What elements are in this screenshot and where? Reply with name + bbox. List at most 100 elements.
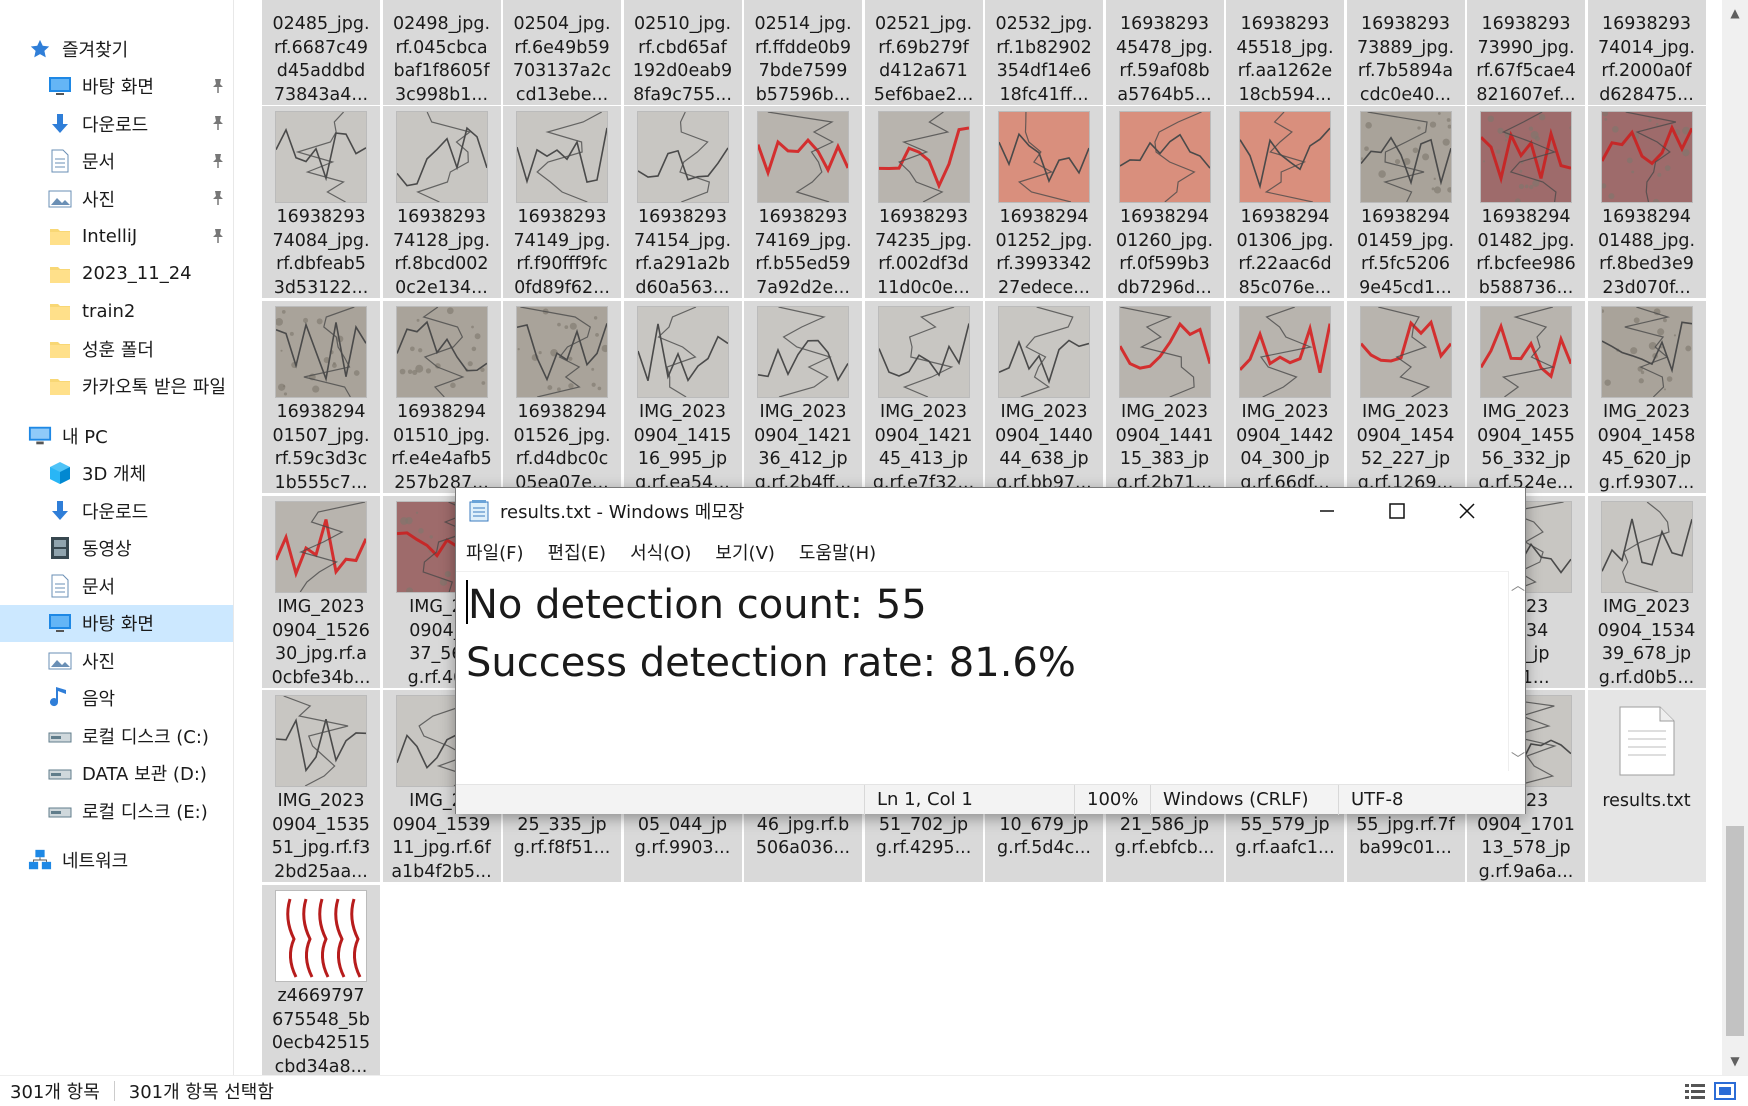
close-button[interactable] bbox=[1432, 488, 1502, 533]
file-item[interactable]: 16938294 01510_jpg. rf.e4e4afb5 257b287... bbox=[382, 301, 501, 493]
maximize-icon bbox=[1389, 502, 1405, 519]
nav-item-11[interactable]: 3D 개체 bbox=[0, 455, 233, 493]
file-name-line: 0904_1442 bbox=[1236, 425, 1334, 446]
vertical-scrollbar[interactable]: ▲ ▼ bbox=[1722, 0, 1748, 1075]
file-name-line: rf.5fc5206 bbox=[1360, 254, 1451, 274]
file-item[interactable]: 16938293 74154_jpg. rf.a291a2b d60a563... bbox=[623, 106, 742, 298]
file-item[interactable]: 16938293 45518_jpg. rf.aa1262e 18cb594... bbox=[1226, 0, 1344, 105]
nav-item-17[interactable]: 음악 bbox=[0, 680, 233, 718]
nav-item-21[interactable]: 네트워크 bbox=[0, 842, 233, 880]
scroll-down-chevron-icon[interactable]: ﹀ bbox=[1511, 749, 1525, 769]
file-item[interactable]: 16938293 74128_jpg. rf.8bcd002 0c2e134... bbox=[382, 106, 501, 298]
file-item[interactable]: IMG_2023 0904_1454 52_227_jp g.rf.1269... bbox=[1346, 301, 1465, 493]
file-item[interactable]: IMG_2023 0904_1535 51_jpg.rf.f3 2bd25aa... bbox=[262, 690, 380, 882]
file-item[interactable]: 16938293 74235_jpg. rf.002df3d 11d0c0e... bbox=[864, 106, 983, 298]
image-thumbnail bbox=[516, 306, 608, 398]
image-thumbnail bbox=[1600, 501, 1693, 593]
nav-item-15[interactable]: 바탕 화면 bbox=[0, 604, 233, 642]
file-item[interactable]: 16938293 74149_jpg. rf.f90fff9fc 0fd89f62..… bbox=[503, 106, 621, 298]
file-item[interactable]: 16938293 73990_jpg. rf.67f5cae4 821607ef... bbox=[1467, 0, 1585, 105]
nav-item-18[interactable]: 로컬 디스크 (C:) bbox=[0, 717, 233, 755]
nav-item-10[interactable]: 내 PC bbox=[0, 417, 233, 455]
file-name-line: 0904_1535 bbox=[272, 814, 370, 835]
file-item[interactable]: IMG_2023 0904_1421 45_413_jp g.rf.e7f32... bbox=[864, 301, 983, 493]
file-item[interactable]: IMG_2023 0904_1442 04_300_jp g.rf.66df... bbox=[1226, 301, 1344, 493]
nav-item-1[interactable]: 바탕 화면 bbox=[0, 68, 233, 106]
file-name-line: 01260_jpg. bbox=[1115, 230, 1214, 251]
nav-item-2[interactable]: 다운로드 bbox=[0, 105, 233, 143]
file-item[interactable]: IMG_2023 0904_1441 15_383_jp g.rf.2b71... bbox=[1105, 301, 1224, 493]
music-icon bbox=[48, 686, 72, 710]
nav-item-14[interactable]: 문서 bbox=[0, 567, 233, 605]
menu-edit[interactable]: 편집(E) bbox=[548, 539, 607, 565]
file-name-line: 16938294 bbox=[1360, 207, 1451, 227]
file-name: 16938293 73889_jpg. rf.7b5894a cdc0e40... bbox=[1347, 13, 1465, 107]
file-name-line: 0904_1454 bbox=[1356, 425, 1455, 446]
file-name-line: 7bde7599 bbox=[758, 61, 848, 81]
scroll-down-arrow-icon[interactable]: ▼ bbox=[1728, 1054, 1742, 1068]
file-item[interactable]: 16938294 01488_jpg. rf.8bed3e9 23d070f... bbox=[1587, 106, 1706, 298]
file-item[interactable]: 16938294 01252_jpg. rf.3993342 27edece... bbox=[985, 106, 1103, 298]
nav-item-19[interactable]: DATA 보관 (D:) bbox=[0, 755, 233, 793]
file-name-line: g.rf.4295... bbox=[875, 838, 972, 858]
file-item[interactable]: 02498_jpg. rf.045cbca baf1f8605f 3c998b1... bbox=[382, 0, 501, 105]
menu-view[interactable]: 보기(V) bbox=[715, 539, 774, 565]
file-item[interactable]: 02514_jpg. rf.ffdde0b9 7bde7599 b57596b... bbox=[744, 0, 862, 105]
nav-item-5[interactable]: IntelliJ bbox=[0, 218, 233, 256]
file-item[interactable]: 02504_jpg. rf.6e49b59 703137a2c cd13ebe... bbox=[503, 0, 621, 105]
menu-help[interactable]: 도움말(H) bbox=[799, 539, 876, 565]
file-item[interactable]: IMG_2023 0904_1440 44_638_jp g.rf.bb97... bbox=[985, 301, 1103, 493]
notepad-scrollbar[interactable]: ︿ ﹀ bbox=[1508, 571, 1525, 771]
file-item[interactable]: 16938294 01482_jpg. rf.bcfee986 b588736... bbox=[1467, 106, 1585, 298]
scroll-up-arrow-icon[interactable]: ▲ bbox=[1728, 6, 1742, 20]
nav-item-13[interactable]: 동영상 bbox=[0, 530, 233, 568]
menu-file[interactable]: 파일(F) bbox=[466, 539, 524, 565]
file-item[interactable]: IMG_2023 0904_1455 56_332_jp g.rf.524e... bbox=[1467, 301, 1585, 493]
large-icons-view-icon[interactable] bbox=[1714, 1082, 1736, 1100]
file-item[interactable]: 16938294 01260_jpg. rf.0f599b3 db7296d... bbox=[1105, 106, 1224, 298]
file-item[interactable]: IMG_2023 0904_1458 45_620_jp g.rf.9307... bbox=[1587, 301, 1706, 493]
file-name-line: 02498_jpg. bbox=[392, 14, 491, 34]
file-item[interactable]: 02521_jpg. rf.69b279f d412a671 5ef6bae2... bbox=[864, 0, 983, 105]
nav-item-6[interactable]: 2023_11_24 bbox=[0, 255, 233, 293]
file-name-line: d628475... bbox=[1599, 84, 1694, 105]
notepad-text-area[interactable]: No detection count: 55 Success detection… bbox=[456, 571, 1508, 771]
file-item[interactable]: 16938294 01459_jpg. rf.5fc5206 9e45cd1... bbox=[1346, 106, 1465, 298]
file-item[interactable]: 16938293 74014_jpg. rf.2000a0f d628475... bbox=[1587, 0, 1706, 105]
nav-item-20[interactable]: 로컬 디스크 (E:) bbox=[0, 792, 233, 830]
nav-item-4[interactable]: 사진 bbox=[0, 180, 233, 218]
file-item[interactable]: IMG_2023 0904_1526 30_jpg.rf.a 0cbfe34b... bbox=[262, 496, 380, 688]
file-item[interactable]: 02485_jpg. rf.6687c49 d45addbd 73843a4... bbox=[262, 0, 380, 105]
nav-item-3[interactable]: 문서 bbox=[0, 143, 233, 181]
details-view-icon[interactable] bbox=[1684, 1082, 1706, 1100]
nav-item-0[interactable]: 즐겨찾기 bbox=[0, 30, 233, 68]
nav-item-7[interactable]: train2 bbox=[0, 293, 233, 331]
file-item[interactable]: 02532_jpg. rf.1b82902 354df14e6 18fc41ff... bbox=[985, 0, 1103, 105]
file-item[interactable]: IMG_2023 0904_1415 16_995_jp g.rf.ea54... bbox=[623, 301, 742, 493]
file-item[interactable]: 16938294 01507_jpg. rf.59c3d3c 1b555c7... bbox=[262, 301, 380, 493]
file-item[interactable]: 16938293 74084_jpg. rf.dbfeab5 3d53122... bbox=[262, 106, 380, 298]
maximize-button[interactable] bbox=[1362, 488, 1432, 533]
file-item[interactable]: 02510_jpg. rf.cbd65af 192d0eab9 8fa9c755... bbox=[623, 0, 742, 105]
notepad-titlebar[interactable]: results.txt - Windows 메모장 bbox=[456, 488, 1525, 533]
file-item[interactable]: 16938293 73889_jpg. rf.7b5894a cdc0e40... bbox=[1346, 0, 1465, 107]
scrollbar-thumb[interactable] bbox=[1726, 826, 1744, 1036]
notepad-window[interactable]: results.txt - Windows 메모장 파일(F) 편집(E) 서식… bbox=[455, 487, 1526, 815]
file-item[interactable]: 16938293 74169_jpg. rf.b55ed59 7a92d2e... bbox=[744, 106, 862, 298]
minimize-button[interactable] bbox=[1292, 488, 1362, 533]
results-txt-file[interactable]: results.txt bbox=[1587, 690, 1706, 882]
file-item[interactable]: z4669797 675548_5b 0ecb42515 cbd34a8... bbox=[262, 885, 380, 1075]
file-item[interactable]: IMG_2023 0904_1421 36_412_jp g.rf.2b4ff... bbox=[744, 301, 862, 493]
selected-count: 301개 항목 선택함 bbox=[128, 1082, 274, 1103]
file-item[interactable]: 16938294 01306_jpg. rf.22aac6d 85c076e... bbox=[1226, 106, 1344, 298]
file-item[interactable]: 16938293 45478_jpg. rf.59af08b a5764b5... bbox=[1105, 0, 1224, 105]
scroll-up-chevron-icon[interactable]: ︿ bbox=[1511, 575, 1525, 595]
menu-format[interactable]: 서식(O) bbox=[630, 539, 691, 565]
nav-item-16[interactable]: 사진 bbox=[0, 642, 233, 680]
nav-item-8[interactable]: 성훈 폴더 bbox=[0, 330, 233, 368]
file-item[interactable]: 16938294 01526_jpg. rf.d4dbc0c 05ea07e... bbox=[503, 301, 621, 493]
nav-item-12[interactable]: 다운로드 bbox=[0, 492, 233, 530]
file-item[interactable]: IMG_2023 0904_1534 39_678_jp g.rf.d0b5... bbox=[1587, 496, 1706, 688]
file-name-line: rf.d4dbc0c bbox=[515, 449, 609, 469]
nav-item-9[interactable]: 카카오톡 받은 파일 bbox=[0, 368, 233, 406]
